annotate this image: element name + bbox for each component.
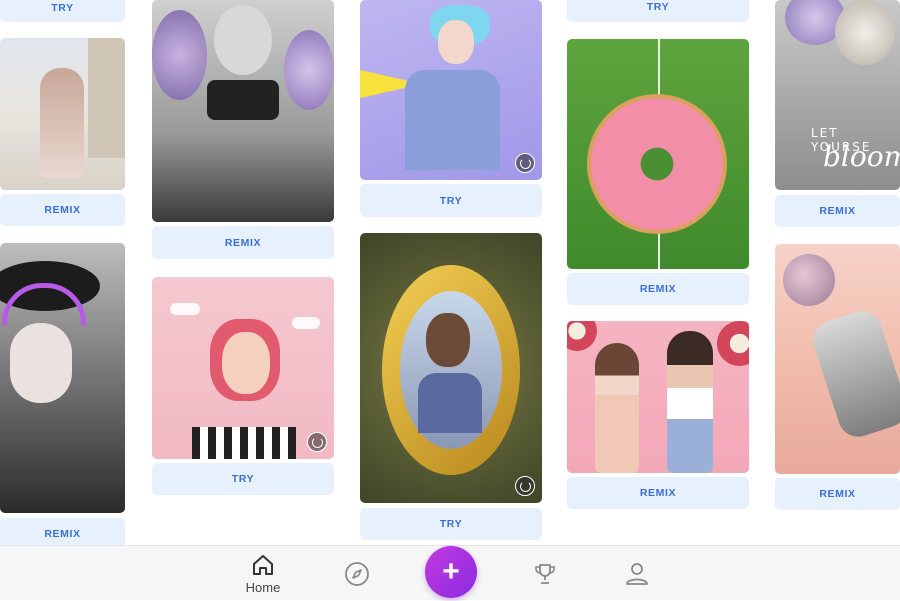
nav-home[interactable]: Home (238, 546, 288, 601)
top-clothing (418, 373, 482, 433)
compass-icon (345, 561, 369, 586)
flower-left (152, 10, 207, 100)
building-wall (88, 38, 125, 158)
create-button[interactable]: + (425, 546, 477, 598)
remix-card-pink[interactable] (152, 277, 334, 459)
bottom-nav: Home + (0, 545, 900, 600)
person-figure (40, 68, 84, 178)
try-button[interactable]: TRY (360, 184, 542, 217)
try-button[interactable]: TRY (0, 0, 125, 22)
remix-card-figs[interactable] (567, 321, 749, 473)
remix-button[interactable]: REMIX (0, 194, 125, 226)
remix-button[interactable]: REMIX (567, 477, 749, 509)
astronaut-figure (808, 306, 900, 442)
remix-card-donut[interactable] (567, 39, 749, 269)
face-shape (438, 20, 474, 64)
striped-shirt (192, 427, 296, 459)
moon-shape (783, 254, 835, 306)
flower-right (284, 30, 334, 110)
remix-button[interactable]: REMIX (152, 226, 334, 259)
remix-button[interactable]: REMIX (775, 478, 900, 510)
plus-icon: + (442, 555, 460, 588)
trophy-icon (535, 563, 555, 584)
remix-button[interactable]: REMIX (567, 273, 749, 305)
remix-button[interactable]: REMIX (0, 518, 125, 545)
flower-shape (835, 0, 895, 65)
nav-home-label: Home (245, 580, 281, 595)
cloud-shape (170, 303, 200, 315)
try-button[interactable]: TRY (152, 463, 334, 495)
remix-button[interactable]: REMIX (775, 195, 900, 227)
top-clothing (207, 80, 279, 120)
try-button[interactable]: TRY (567, 0, 749, 22)
overlay-script: bloom (823, 140, 900, 173)
remix-card-bloom[interactable]: LET YOURSE bloom (775, 0, 900, 190)
remix-icon (515, 153, 535, 173)
remix-card-purple[interactable] (360, 0, 542, 180)
face-shape (10, 323, 72, 403)
home-icon (253, 555, 273, 575)
person-left (595, 343, 639, 473)
remix-card-street[interactable] (0, 38, 125, 190)
remix-card-astronaut[interactable] (775, 244, 900, 474)
sweater-shape (405, 70, 500, 170)
yellow-ray (360, 70, 410, 98)
remix-card-mirror[interactable] (360, 233, 542, 503)
person-right (667, 331, 713, 473)
fig-slice (567, 321, 597, 351)
nav-profile[interactable] (620, 546, 654, 601)
remix-card-flowers[interactable] (152, 0, 334, 222)
cloud-shape (292, 317, 320, 329)
remix-card-hat[interactable] (0, 243, 125, 513)
face-shape (222, 332, 270, 394)
remix-icon (515, 476, 535, 496)
nav-challenges[interactable] (528, 546, 562, 601)
face-shape (214, 5, 272, 75)
fig-slice (717, 321, 749, 366)
nav-explore[interactable] (340, 546, 374, 601)
hair-shape (426, 313, 470, 367)
profile-icon (626, 562, 648, 585)
remix-feed: TRY REMIX REMIX REMIX TRY TRY TRY TRY RE… (0, 0, 900, 545)
remix-icon (307, 432, 327, 452)
try-button[interactable]: TRY (360, 508, 542, 540)
donut-shape (587, 94, 727, 234)
